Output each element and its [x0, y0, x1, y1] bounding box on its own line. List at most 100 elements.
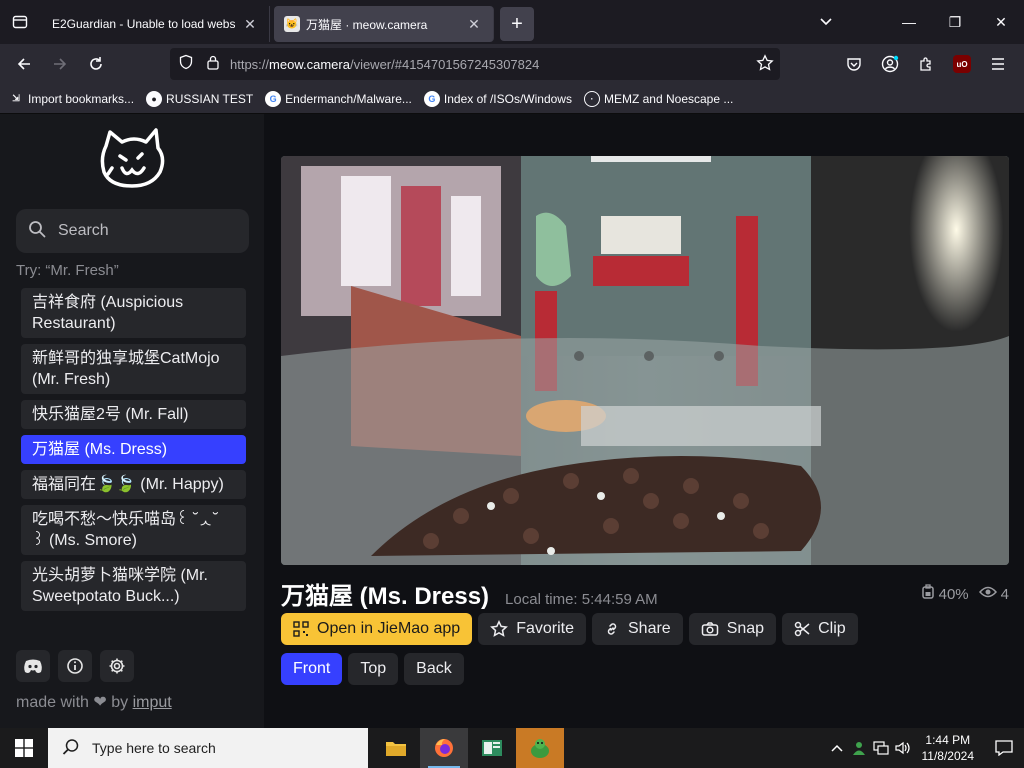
view-back-button[interactable]: Back — [404, 653, 464, 685]
qr-code-icon — [293, 621, 309, 637]
bookmark-memz[interactable]: · MEMZ and Noescape ... — [583, 90, 734, 107]
bookmark-star-icon[interactable] — [756, 54, 774, 77]
cat-logo[interactable] — [96, 128, 170, 197]
list-all-tabs-icon[interactable] — [812, 0, 840, 44]
volume-icon[interactable] — [892, 741, 914, 755]
bookmark-endermanch[interactable]: G Endermanch/Malware... — [265, 90, 412, 107]
snap-label: Snap — [726, 620, 765, 637]
camera-list[interactable]: 吉祥食府 (Auspicious Restaurant) 新鲜哥的独享城堡Cat… — [16, 288, 254, 632]
bookmark-import[interactable]: ⇲ Import bookmarks... — [8, 91, 134, 107]
clock-date: 11/8/2024 — [921, 749, 975, 763]
share-button[interactable]: Share — [592, 613, 683, 645]
firefox-taskbar-icon[interactable] — [420, 728, 468, 768]
file-explorer-icon[interactable] — [372, 728, 420, 768]
heart-icon: ❤ — [93, 694, 107, 711]
close-tab-icon[interactable]: ✕ — [241, 16, 259, 33]
github-icon: ● — [146, 90, 163, 107]
local-time: Local time: 5:44:59 AM — [505, 591, 658, 608]
tab-meow-camera[interactable]: 😺 万猫屋 · meow.camera ✕ — [274, 6, 494, 42]
camera-title-row: 万猫屋 (Ms. Dress) Local time: 5:44:59 AM 4… — [281, 576, 1009, 610]
favorite-label: Favorite — [516, 620, 574, 637]
camera-title: 万猫屋 (Ms. Dress) — [281, 583, 490, 610]
camera-item[interactable]: 快乐猫屋2号 (Mr. Fall) — [21, 400, 246, 429]
tab-title: 万猫屋 · meow.camera — [306, 17, 428, 32]
view-front-button[interactable]: Front — [281, 653, 343, 685]
google-icon: G — [423, 90, 440, 107]
snap-button[interactable]: Snap — [688, 613, 777, 645]
camera-item[interactable]: 新鲜哥的独享城堡CatMojo (Mr. Fresh) — [21, 344, 246, 394]
camera-item[interactable]: 吃喝不愁～快乐喵岛꒰ ˘ᆺ˘ ꒱ (Ms. Smore) — [21, 505, 246, 555]
bookmarks-toolbar: ⇲ Import bookmarks... ● RUSSIAN TEST G E… — [0, 84, 1024, 114]
ereader-icon[interactable] — [468, 728, 516, 768]
bookmark-label: Endermanch/Malware... — [285, 91, 412, 106]
hamburger-menu-icon[interactable] — [980, 48, 1016, 80]
people-tray-icon[interactable] — [848, 740, 870, 756]
bonzi-app-icon[interactable] — [516, 728, 564, 768]
address-bar[interactable]: https://meow.camera/viewer/#415470156724… — [170, 48, 780, 80]
discord-icon[interactable] — [16, 650, 50, 682]
food-bowl-icon — [921, 584, 935, 604]
url-path: /viewer/#4154701567245307824 — [349, 56, 540, 72]
system-tray: 1:44 PM 11/8/2024 — [826, 728, 1024, 768]
camera-item[interactable]: 吉祥食府 (Auspicious Restaurant) — [21, 288, 246, 338]
ublock-origin-icon[interactable]: uO — [944, 48, 980, 80]
tracking-protection-shield-icon[interactable] — [178, 54, 194, 75]
toolbar-buttons: uO — [836, 44, 1016, 84]
tab-strip: E2Guardian - Unable to load websit ✕ 😺 万… — [0, 0, 1024, 44]
bookmark-label: MEMZ and Noescape ... — [603, 91, 734, 106]
bookmark-russian-test[interactable]: ● RUSSIAN TEST — [146, 90, 254, 107]
view-top-button[interactable]: Top — [348, 653, 399, 685]
settings-gear-icon[interactable] — [100, 650, 134, 682]
taskbar-clock[interactable]: 1:44 PM 11/8/2024 — [922, 732, 975, 764]
clock-time: 1:44 PM — [925, 733, 971, 747]
meow-camera-page: Search Try: “Mr. Fresh” 吉祥食府 (Auspicious… — [0, 114, 1024, 728]
taskbar-search-box[interactable]: Type here to search — [48, 728, 368, 768]
import-icon: ⇲ — [12, 93, 20, 103]
windows-start-icon[interactable] — [0, 728, 48, 768]
star-icon — [490, 620, 509, 638]
camera-video-feed[interactable] — [281, 156, 1009, 565]
close-window-icon[interactable]: ✕ — [978, 0, 1024, 44]
window-controls: — ❐ ✕ — [886, 0, 1024, 44]
camera-search-input[interactable]: Search — [16, 209, 249, 253]
camera-item[interactable]: 福福同在🍃🍃 (Mr. Happy) — [21, 470, 246, 499]
back-arrow-icon[interactable] — [6, 48, 42, 80]
taskbar-search-placeholder: Type here to search — [92, 740, 216, 756]
restore-icon[interactable]: ❐ — [932, 0, 978, 44]
show-hidden-icons-chevron-icon[interactable] — [826, 744, 848, 752]
extensions-puzzle-icon[interactable] — [908, 48, 944, 80]
new-tab-button[interactable]: + — [500, 7, 534, 41]
sidebar-footer-buttons — [16, 650, 142, 682]
minimize-icon[interactable]: — — [886, 0, 932, 44]
author-link[interactable]: imput — [133, 694, 172, 711]
camera-stats: 40% 4 — [921, 584, 1009, 604]
bookmark-isos[interactable]: G Index of /ISOs/Windows — [423, 90, 572, 107]
sidebar: Search Try: “Mr. Fresh” 吉祥食府 (Auspicious… — [0, 114, 264, 728]
url-scheme: https:// — [230, 56, 270, 72]
search-hint: Try: “Mr. Fresh” — [16, 262, 119, 279]
share-label: Share — [628, 620, 671, 637]
camera-item-active[interactable]: 万猫屋 (Ms. Dress) — [21, 435, 246, 464]
url-text[interactable]: https://meow.camera/viewer/#415470156724… — [230, 57, 539, 72]
viewer-count: 4 — [1000, 585, 1009, 603]
lock-icon[interactable] — [206, 54, 220, 75]
account-icon[interactable] — [872, 48, 908, 80]
notification-center-icon[interactable] — [984, 740, 1024, 756]
reload-icon[interactable] — [78, 48, 114, 80]
tab-e2guardian[interactable]: E2Guardian - Unable to load websit ✕ — [42, 6, 270, 42]
cat-favicon-icon: 😺 — [284, 16, 300, 32]
camera-item[interactable]: 光头胡萝卜猫咪学院 (Mr. Sweetpotato Buck...) — [21, 561, 246, 611]
ublock-label: uO — [953, 55, 971, 73]
clip-button[interactable]: Clip — [782, 613, 858, 645]
close-tab-icon[interactable]: ✕ — [465, 16, 483, 33]
bookmark-label: Index of /ISOs/Windows — [443, 91, 572, 106]
open-in-app-button[interactable]: Open in JieMao app — [281, 613, 473, 645]
firefox-view-icon[interactable] — [0, 0, 40, 44]
pocket-icon[interactable] — [836, 48, 872, 80]
bookmark-label: RUSSIAN TEST — [166, 91, 254, 106]
forward-arrow-icon[interactable] — [42, 48, 78, 80]
info-icon[interactable] — [58, 650, 92, 682]
favorite-button[interactable]: Favorite — [478, 613, 586, 645]
network-icon[interactable] — [870, 741, 892, 755]
scissors-icon — [794, 621, 810, 637]
